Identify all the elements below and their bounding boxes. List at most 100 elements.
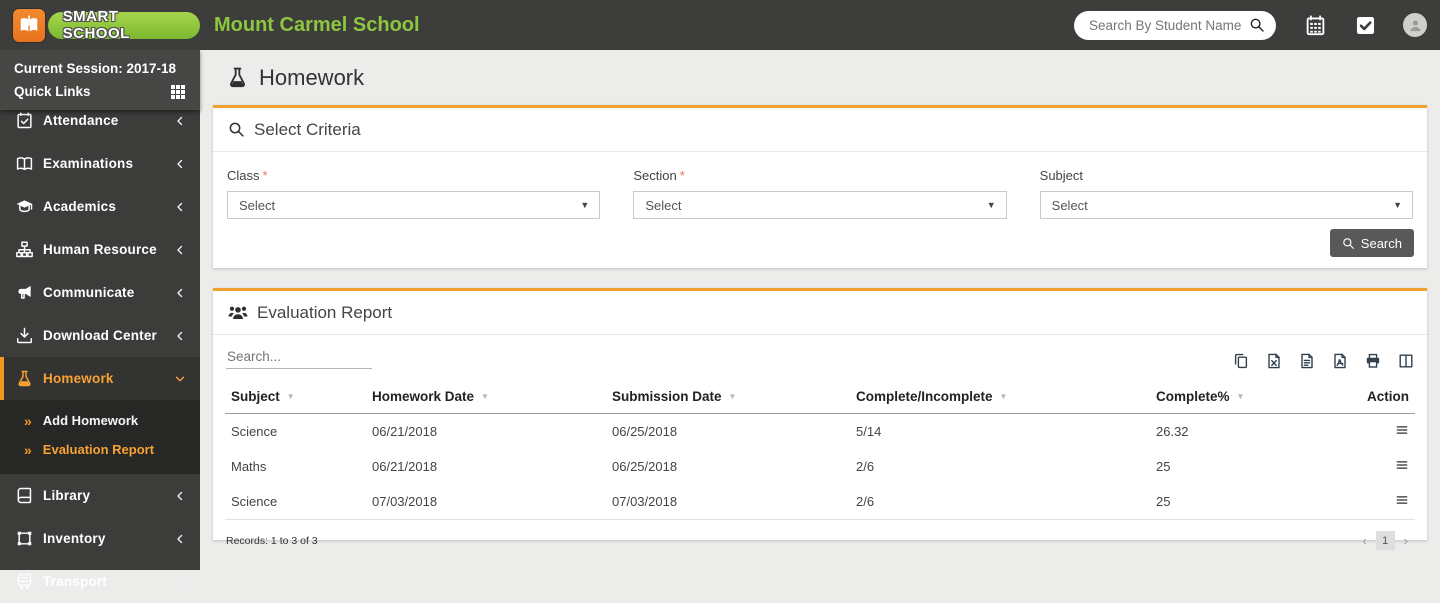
- section-label: Section*: [633, 168, 1006, 183]
- page-title-text: Homework: [259, 65, 364, 91]
- copy-icon[interactable]: [1233, 353, 1249, 369]
- flask-icon: [16, 370, 33, 387]
- sidebar-item-label: Examinations: [43, 156, 175, 171]
- row-action-menu-icon[interactable]: [1395, 493, 1409, 507]
- column-header-homework-date[interactable]: Homework Date▼: [366, 379, 606, 414]
- section-field: Section* Select ▼: [633, 168, 1006, 219]
- chevron-left-icon: [175, 245, 185, 255]
- logo-book-icon: [13, 9, 45, 42]
- column-header-action: Action: [1355, 379, 1415, 414]
- select-criteria-title: Select Criteria: [254, 120, 361, 140]
- column-header-complete-percent[interactable]: Complete%▼: [1150, 379, 1355, 414]
- topbar-actions: [1074, 11, 1440, 40]
- column-header-subject[interactable]: Subject▼: [225, 379, 366, 414]
- double-angle-right-icon: »: [24, 443, 32, 457]
- sort-caret-icon: ▼: [1000, 392, 1008, 401]
- calendar-check-icon: [16, 112, 33, 129]
- submenu-item-label: Evaluation Report: [43, 442, 154, 457]
- class-label: Class*: [227, 168, 600, 183]
- chevron-left-icon: [175, 491, 185, 501]
- search-icon: [1342, 237, 1355, 250]
- evaluation-report-title: Evaluation Report: [257, 303, 392, 323]
- section-select-value: Select: [645, 198, 681, 213]
- report-toolbar: [213, 335, 1427, 377]
- sidebar-item-label: Homework: [43, 371, 175, 386]
- table-row: Science 06/21/2018 06/25/2018 5/14 26.32: [225, 414, 1415, 450]
- select-criteria-header: Select Criteria: [213, 108, 1427, 152]
- student-search[interactable]: [1074, 11, 1276, 40]
- cell-complete-incomplete: 2/6: [850, 449, 1150, 484]
- sidebar-item-label: Transport: [43, 574, 175, 589]
- sidebar-item-library[interactable]: Library: [0, 474, 200, 517]
- class-field: Class* Select ▼: [227, 168, 600, 219]
- sort-caret-icon: ▼: [729, 392, 737, 401]
- app-logo[interactable]: SMART SCHOOL: [0, 9, 200, 42]
- sidebar-session-panel: Current Session: 2017-18 Quick Links: [0, 50, 200, 110]
- evaluation-report-table: Subject▼ Homework Date▼ Submission Date▼…: [225, 379, 1415, 520]
- class-select[interactable]: Select ▼: [227, 191, 600, 219]
- sidebar-item-human-resource[interactable]: Human Resource: [0, 228, 200, 271]
- row-action-menu-icon[interactable]: [1395, 423, 1409, 437]
- student-search-input[interactable]: [1089, 18, 1249, 33]
- chevron-left-icon: [175, 202, 185, 212]
- grid-icon[interactable]: [170, 84, 186, 100]
- cell-homework-date: 06/21/2018: [366, 414, 606, 450]
- sidebar-item-communicate[interactable]: Communicate: [0, 271, 200, 314]
- chevron-left-icon: [175, 159, 185, 169]
- school-name: Mount Carmel School: [214, 14, 420, 37]
- sidebar-item-transport[interactable]: Transport: [0, 560, 200, 603]
- cell-complete-incomplete: 2/6: [850, 484, 1150, 520]
- sidebar-item-download-center[interactable]: Download Center: [0, 314, 200, 357]
- submenu-item-evaluation-report[interactable]: » Evaluation Report: [0, 435, 200, 464]
- select-criteria-panel: Select Criteria Class* Select ▼ Section*…: [213, 105, 1427, 268]
- pdf-icon[interactable]: [1332, 353, 1348, 369]
- user-avatar[interactable]: [1403, 13, 1427, 37]
- search-icon[interactable]: [1249, 17, 1265, 33]
- caret-down-icon: ▼: [987, 200, 996, 210]
- sidebar-item-label: Library: [43, 488, 175, 503]
- records-count: Records: 1 to 3 of 3: [226, 535, 318, 547]
- book-icon: [16, 487, 33, 504]
- pagination-page-1[interactable]: 1: [1376, 531, 1395, 550]
- graduation-cap-icon: [16, 198, 33, 215]
- sidebar-item-inventory[interactable]: Inventory: [0, 517, 200, 560]
- pagination-prev[interactable]: ‹: [1356, 533, 1372, 548]
- subject-select-value: Select: [1052, 198, 1088, 213]
- current-session-label: Current Session: 2017-18: [14, 59, 186, 79]
- sitemap-icon: [16, 241, 33, 258]
- subject-select[interactable]: Select ▼: [1040, 191, 1413, 219]
- flask-icon: [227, 67, 248, 88]
- sort-caret-icon: ▼: [481, 392, 489, 401]
- top-bar: SMART SCHOOL Mount Carmel School: [0, 0, 1440, 50]
- print-icon[interactable]: [1365, 353, 1381, 369]
- row-action-menu-icon[interactable]: [1395, 458, 1409, 472]
- sidebar-item-label: Inventory: [43, 531, 175, 546]
- cell-subject: Science: [225, 484, 366, 520]
- column-label: Complete%: [1156, 389, 1230, 404]
- search-button[interactable]: Search: [1330, 229, 1414, 257]
- columns-icon[interactable]: [1398, 353, 1414, 369]
- column-label: Action: [1367, 389, 1409, 404]
- column-label: Subject: [231, 389, 280, 404]
- calendar-icon[interactable]: [1305, 15, 1326, 36]
- column-header-complete-incomplete[interactable]: Complete/Incomplete▼: [850, 379, 1150, 414]
- report-footer: Records: 1 to 3 of 3 ‹ 1 ›: [213, 520, 1427, 550]
- excel-icon[interactable]: [1266, 353, 1282, 369]
- sidebar-item-academics[interactable]: Academics: [0, 185, 200, 228]
- download-icon: [16, 327, 33, 344]
- section-select[interactable]: Select ▼: [633, 191, 1006, 219]
- criteria-fields: Class* Select ▼ Section* Select ▼ Subjec: [213, 152, 1427, 219]
- pagination-next[interactable]: ›: [1398, 533, 1414, 548]
- quick-links-row: Quick Links: [14, 83, 186, 101]
- homework-submenu: » Add Homework » Evaluation Report: [0, 400, 200, 474]
- sidebar-item-examinations[interactable]: Examinations: [0, 142, 200, 185]
- sidebar-item-label: Download Center: [43, 328, 175, 343]
- task-check-icon[interactable]: [1355, 15, 1376, 36]
- sidebar-item-homework[interactable]: Homework: [0, 357, 200, 400]
- cell-complete-percent: 25: [1150, 484, 1355, 520]
- field-label-text: Subject: [1040, 168, 1083, 183]
- submenu-item-add-homework[interactable]: » Add Homework: [0, 406, 200, 435]
- column-header-submission-date[interactable]: Submission Date▼: [606, 379, 850, 414]
- csv-icon[interactable]: [1299, 353, 1315, 369]
- table-search-input[interactable]: [226, 347, 372, 369]
